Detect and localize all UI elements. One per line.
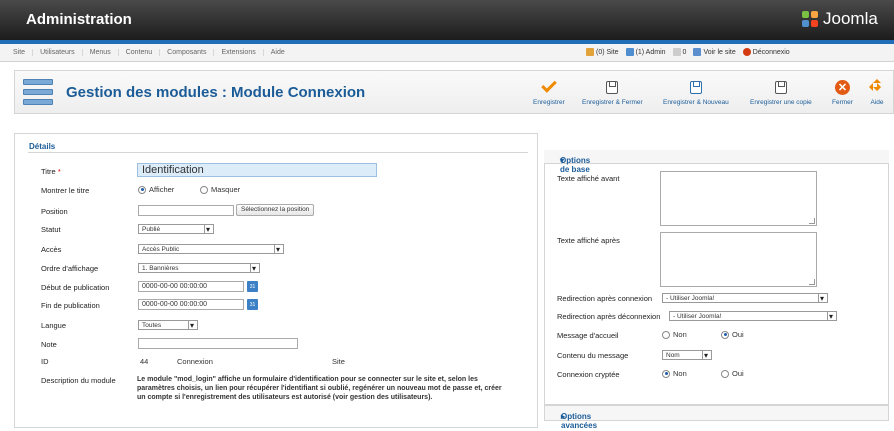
close-icon: ✕ — [834, 79, 850, 95]
id-label: ID — [41, 357, 49, 366]
pretext-textarea[interactable] — [660, 171, 817, 226]
page-title: Gestion des modules : Module Connexion — [66, 84, 366, 101]
logout-redirect-label: Redirection après déconnexion — [557, 312, 661, 321]
secure-login-label: Connexion cryptée — [557, 370, 620, 379]
show-title-radio-show[interactable]: Afficher — [138, 185, 174, 194]
login-redirect-select[interactable]: - Utiliser Joomla! — [662, 293, 828, 303]
id-value: 44 — [140, 357, 149, 366]
close-button[interactable]: ✕ Fermer — [832, 79, 853, 106]
logout-icon — [742, 48, 751, 56]
save-icon — [606, 80, 619, 94]
save-close-button[interactable]: Enregistrer & Fermer — [582, 79, 643, 106]
users-icon — [586, 48, 594, 56]
login-redirect-label: Redirection après connexion — [557, 294, 653, 303]
radio-icon — [721, 330, 729, 339]
note-input[interactable] — [138, 338, 298, 349]
radio-icon — [200, 185, 208, 194]
show-title-label: Montrer le titre — [41, 186, 90, 195]
site-users-status: (0) Site — [586, 48, 619, 56]
module-name: Connexion — [177, 357, 213, 366]
menu-item-users[interactable]: Utilisateurs — [33, 49, 83, 56]
joomla-brand-text: Joomla — [823, 9, 878, 28]
module-manager-icon — [23, 79, 53, 106]
help-button[interactable]: Aide — [869, 79, 885, 106]
users-icon — [625, 48, 634, 56]
access-label: Accès — [41, 245, 62, 254]
greeting-content-label: Contenu du message — [557, 351, 629, 360]
admin-title: Administration — [26, 11, 132, 28]
joomla-logo-icon — [802, 10, 819, 28]
save-new-button[interactable]: Enregistrer & Nouveau — [663, 79, 729, 106]
calendar-icon[interactable]: 31 — [247, 281, 258, 292]
status-bar: (0) Site (1) Admin 0 Voir le site Déconn… — [586, 48, 790, 56]
logout-link[interactable]: Déconnexio — [742, 48, 790, 56]
messages-status[interactable]: 0 — [672, 48, 686, 56]
position-input[interactable] — [138, 205, 234, 216]
language-label: Langue — [41, 321, 67, 330]
posttext-label: Texte affiché après — [557, 236, 620, 245]
radio-icon — [721, 369, 729, 378]
description-label: Description du module — [41, 376, 116, 385]
monitor-icon — [693, 48, 702, 56]
main-menu: Site Utilisateurs Menus Contenu Composan… — [6, 49, 292, 56]
details-legend: Détails — [26, 142, 59, 151]
save-copy-icon — [774, 80, 787, 94]
show-title-radio-hide[interactable]: Masquer — [200, 185, 240, 194]
language-select[interactable]: Toutes — [138, 320, 198, 330]
ordering-select[interactable]: 1. Bannières — [138, 263, 260, 273]
logout-redirect-select[interactable]: - Utiliser Joomla! — [669, 311, 837, 321]
help-icon — [869, 79, 885, 95]
module-client: Site — [332, 357, 345, 366]
save-button[interactable]: Enregistrer — [533, 77, 565, 106]
menu-item-components[interactable]: Composants — [160, 49, 215, 56]
menu-item-site[interactable]: Site — [6, 49, 34, 56]
module-description: Le module "mod_login" affiche un formula… — [137, 376, 502, 401]
posttext-textarea[interactable] — [660, 232, 817, 287]
radio-icon — [138, 185, 146, 194]
check-icon — [541, 77, 557, 93]
title-label: Titre * — [41, 167, 61, 176]
mail-icon — [672, 48, 681, 56]
publish-down-input[interactable]: 0000-00-00 00:00:00 — [138, 299, 244, 310]
menu-item-menus[interactable]: Menus — [83, 49, 119, 56]
admin-users-status: (1) Admin — [625, 48, 666, 56]
title-input[interactable]: Identification — [137, 163, 377, 177]
page-toolbar: Gestion des modules : Module Connexion E… — [14, 70, 894, 114]
pretext-label: Texte affiché avant — [557, 174, 620, 183]
secure-radio-no[interactable]: Non — [662, 369, 687, 378]
menu-item-extensions[interactable]: Extensions — [214, 49, 264, 56]
basic-options-header[interactable]: ▾ Options de base — [544, 150, 889, 174]
publish-down-label: Fin de publication — [41, 301, 100, 310]
publish-up-label: Début de publication — [41, 283, 110, 292]
greeting-content-select[interactable]: Nom — [662, 350, 712, 360]
note-label: Note — [41, 340, 57, 349]
save-new-icon — [689, 80, 702, 94]
calendar-icon[interactable]: 31 — [247, 299, 258, 310]
publish-up-input[interactable]: 0000-00-00 00:00:00 — [138, 281, 244, 292]
status-select[interactable]: Publié — [138, 224, 214, 234]
view-site-link[interactable]: Voir le site — [693, 48, 736, 56]
menu-item-content[interactable]: Contenu — [119, 49, 161, 56]
greeting-radio-yes[interactable]: Oui — [721, 330, 744, 339]
advanced-options-header[interactable]: ▸ Options avancées — [544, 405, 889, 430]
status-label: Statut — [41, 225, 61, 234]
joomla-brand[interactable]: Joomla — [802, 9, 878, 29]
main-menu-bar: Site Utilisateurs Menus Contenu Composan… — [0, 44, 894, 62]
radio-icon — [662, 369, 670, 378]
secure-radio-yes[interactable]: Oui — [721, 369, 744, 378]
ordering-label: Ordre d'affichage — [41, 264, 99, 273]
save-copy-button[interactable]: Enregistrer une copie — [750, 79, 812, 106]
greeting-radio-no[interactable]: Non — [662, 330, 687, 339]
radio-icon — [662, 330, 670, 339]
menu-item-help[interactable]: Aide — [264, 49, 292, 56]
greeting-label: Message d'accueil — [557, 331, 619, 340]
select-position-button[interactable]: Sélectionnez la position — [236, 204, 315, 216]
access-select[interactable]: Accès Public — [138, 244, 284, 254]
admin-header: Administration Joomla — [0, 0, 894, 40]
position-label: Position — [41, 207, 68, 216]
